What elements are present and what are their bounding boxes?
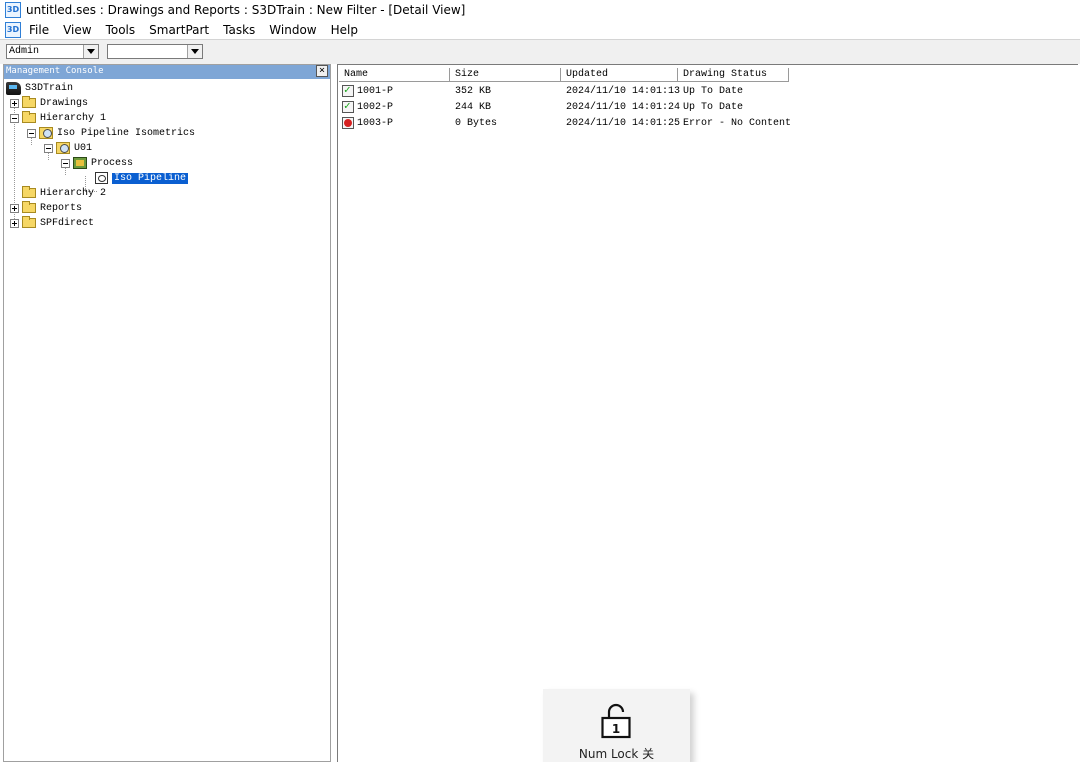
tree-node-u01[interactable]: U01 <box>44 141 92 155</box>
permission-combo-value: Admin <box>9 46 40 57</box>
tree-node-iso-pipeline[interactable]: Iso Pipeline <box>95 171 190 185</box>
tree-node-hierarchy2[interactable]: Hierarchy 2 <box>10 186 106 200</box>
menu-window[interactable]: Window <box>269 23 316 37</box>
tree-node-label: U01 <box>74 142 93 154</box>
table-row[interactable]: 1001-P 352 KB 2024/11/10 14:01:13 Up To … <box>338 83 1078 99</box>
tree-node-spfdirect[interactable]: SPFdirect <box>10 216 94 230</box>
tree-node-drawings[interactable]: Drawings <box>10 96 88 110</box>
cell-size: 244 KB <box>455 102 492 113</box>
cell-status: Error - No Content <box>683 118 792 129</box>
collapse-icon[interactable] <box>10 113 19 123</box>
menu-tools[interactable]: Tools <box>106 23 136 37</box>
menu-smartpart[interactable]: SmartPart <box>149 23 209 37</box>
tree-node-hierarchy1[interactable]: Hierarchy 1 <box>10 111 106 125</box>
unit-folder-icon <box>56 142 70 154</box>
expand-icon[interactable] <box>10 203 19 213</box>
tree-node-reports[interactable]: Reports <box>10 201 82 215</box>
cell-size: 0 Bytes <box>455 118 498 129</box>
cell-name: 1001-P <box>357 86 394 97</box>
collapse-icon[interactable] <box>61 158 70 168</box>
tree-node-iso-isometrics[interactable]: Iso Pipeline Isometrics <box>27 126 195 140</box>
tree-node-label: Hierarchy 2 <box>40 187 107 199</box>
expand-icon[interactable] <box>10 98 19 108</box>
tree-node-label: SPFdirect <box>40 217 95 229</box>
toolbar: Admin <box>0 39 1080 64</box>
menu-tasks[interactable]: Tasks <box>223 23 255 37</box>
menu-file[interactable]: File <box>29 23 49 37</box>
column-header-name[interactable]: Name <box>339 68 450 82</box>
app-3d-icon: 3D <box>5 2 21 18</box>
collapse-icon[interactable] <box>27 128 36 138</box>
up-to-date-icon <box>342 83 354 97</box>
panel-caption: Management Console × <box>4 65 330 79</box>
tree-node-label: Drawings <box>40 97 89 109</box>
cell-status: Up To Date <box>683 86 744 97</box>
cell-status: Up To Date <box>683 102 744 113</box>
chevron-down-icon[interactable] <box>83 45 98 58</box>
tree-node-label: Reports <box>40 202 83 214</box>
cell-size: 352 KB <box>455 86 492 97</box>
management-console-panel: Management Console × S3DTrain Drawings H… <box>3 64 331 762</box>
panel-title: Management Console <box>6 66 104 76</box>
iso-folder-icon <box>39 127 53 139</box>
chevron-down-icon[interactable] <box>187 45 202 58</box>
title-bar: 3D untitled.ses : Drawings and Reports :… <box>0 0 1080 20</box>
cell-updated: 2024/11/10 14:01:25 <box>566 118 681 129</box>
detail-view-panel: Name Size Updated Drawing Status 1001-P … <box>337 64 1078 762</box>
cell-updated: 2024/11/10 14:01:24 <box>566 102 681 113</box>
column-header-updated[interactable]: Updated <box>561 68 678 82</box>
expand-icon[interactable] <box>10 218 19 228</box>
column-header-size[interactable]: Size <box>450 68 561 82</box>
numlock-label: Num Lock 关 <box>578 747 655 761</box>
project-icon <box>6 81 21 95</box>
menu-help[interactable]: Help <box>331 23 358 37</box>
table-row[interactable]: 1003-P 0 Bytes 2024/11/10 14:01:25 Error… <box>338 116 1078 131</box>
numlock-toast: 1 Num Lock 关 <box>543 689 690 762</box>
table-row[interactable]: 1002-P 244 KB 2024/11/10 14:01:24 Up To … <box>338 99 1078 115</box>
tree-node-label: Iso Pipeline Isometrics <box>57 127 196 139</box>
iso-pipeline-icon <box>95 172 108 184</box>
tree-node-label: Hierarchy 1 <box>40 112 107 124</box>
folder-icon <box>22 186 36 198</box>
window-title: untitled.ses : Drawings and Reports : S3… <box>26 3 466 17</box>
secondary-combo-value <box>108 46 110 57</box>
numlock-key-number: 1 <box>612 722 620 736</box>
error-icon <box>342 117 354 129</box>
cell-name: 1003-P <box>357 118 394 129</box>
up-to-date-icon <box>342 99 354 113</box>
tree-node-label: Process <box>91 157 134 169</box>
collapse-icon[interactable] <box>44 143 53 153</box>
unlock-icon: 1 <box>601 703 631 739</box>
permission-combo[interactable]: Admin <box>6 44 99 59</box>
column-header-drawing-status[interactable]: Drawing Status <box>678 68 789 82</box>
tree-node-process[interactable]: Process <box>61 156 133 170</box>
folder-icon <box>22 96 36 108</box>
tree-node-label: S3DTrain <box>25 82 74 94</box>
folder-icon <box>22 201 36 213</box>
folder-icon <box>22 111 36 123</box>
tree-node-root[interactable]: S3DTrain <box>6 81 73 95</box>
document-3d-icon[interactable]: 3D <box>5 21 21 38</box>
cell-updated: 2024/11/10 14:01:13 <box>566 86 681 97</box>
menu-bar: 3D File View Tools SmartPart Tasks Windo… <box>0 20 1080 39</box>
tree-node-label-selected: Iso Pipeline <box>110 171 190 185</box>
secondary-combo[interactable] <box>107 44 203 59</box>
process-icon <box>73 157 87 169</box>
folder-icon <box>22 216 36 228</box>
cell-name: 1002-P <box>357 102 394 113</box>
menu-view[interactable]: View <box>63 23 91 37</box>
close-icon[interactable]: × <box>316 65 328 77</box>
